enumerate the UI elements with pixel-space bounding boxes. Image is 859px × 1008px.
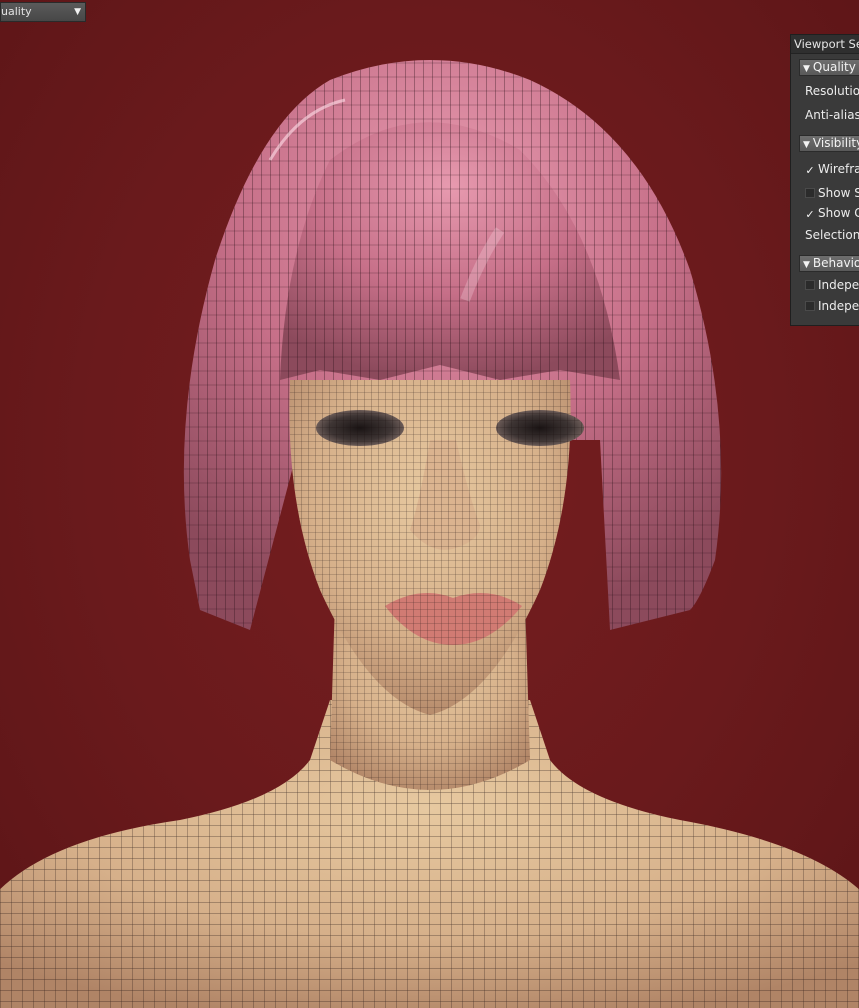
checkmark-icon[interactable]: ✓ — [805, 209, 815, 220]
triangle-down-icon: ▼ — [803, 140, 810, 150]
row-independent-1[interactable]: Indepen — [805, 275, 859, 295]
checkmark-icon[interactable]: ✓ — [805, 165, 815, 176]
section-quality[interactable]: ▼ Quality — [799, 59, 859, 76]
row-resolution[interactable]: Resolution — [805, 81, 859, 101]
viewport-settings-panel: Viewport Set ▼Quality Resolution Anti-al… — [790, 34, 859, 326]
section-visibility-label: Visibility — [812, 136, 859, 150]
triangle-down-icon: ▼ — [803, 64, 810, 74]
row-show-g-label: Show G — [818, 206, 859, 220]
row-selection-label: Selection I — [805, 228, 859, 242]
row-independent-1-label: Indepen — [818, 278, 859, 292]
row-wireframe-label: Wirefran — [818, 162, 859, 176]
row-independent-2-label: Indepen — [818, 299, 859, 313]
row-resolution-label: Resolution — [805, 84, 859, 98]
row-show-g[interactable]: ✓ Show G — [805, 203, 859, 223]
panel-title[interactable]: Viewport Set — [791, 35, 859, 54]
row-show-se-label: Show Se — [818, 186, 859, 200]
row-anti-aliasing-label: Anti-aliasi — [805, 108, 859, 122]
model-render — [0, 60, 859, 1008]
checkbox-empty-icon[interactable] — [805, 280, 815, 290]
row-selection[interactable]: Selection I — [805, 225, 859, 245]
3d-viewport[interactable]: uality ▼ — [0, 0, 859, 1008]
section-visibility[interactable]: ▼ Visibility — [799, 135, 859, 152]
row-independent-2[interactable]: Indepen — [805, 296, 859, 316]
quality-dropdown-value: uality — [1, 5, 32, 18]
section-quality-label: Quality — [812, 60, 856, 74]
checkbox-empty-icon[interactable] — [805, 188, 815, 198]
triangle-down-icon: ▼ — [803, 260, 810, 270]
checkbox-empty-icon[interactable] — [805, 301, 815, 311]
row-show-se[interactable]: Show Se — [805, 183, 859, 203]
row-wireframe[interactable]: ✓Wirefran — [805, 159, 859, 179]
section-behavior[interactable]: ▼Behavior — [799, 255, 859, 272]
section-behavior-label: Behavior — [812, 256, 859, 270]
quality-dropdown[interactable]: uality ▼ — [0, 2, 86, 22]
chevron-down-icon: ▼ — [74, 7, 81, 17]
row-anti-aliasing[interactable]: Anti-aliasi — [805, 105, 859, 125]
